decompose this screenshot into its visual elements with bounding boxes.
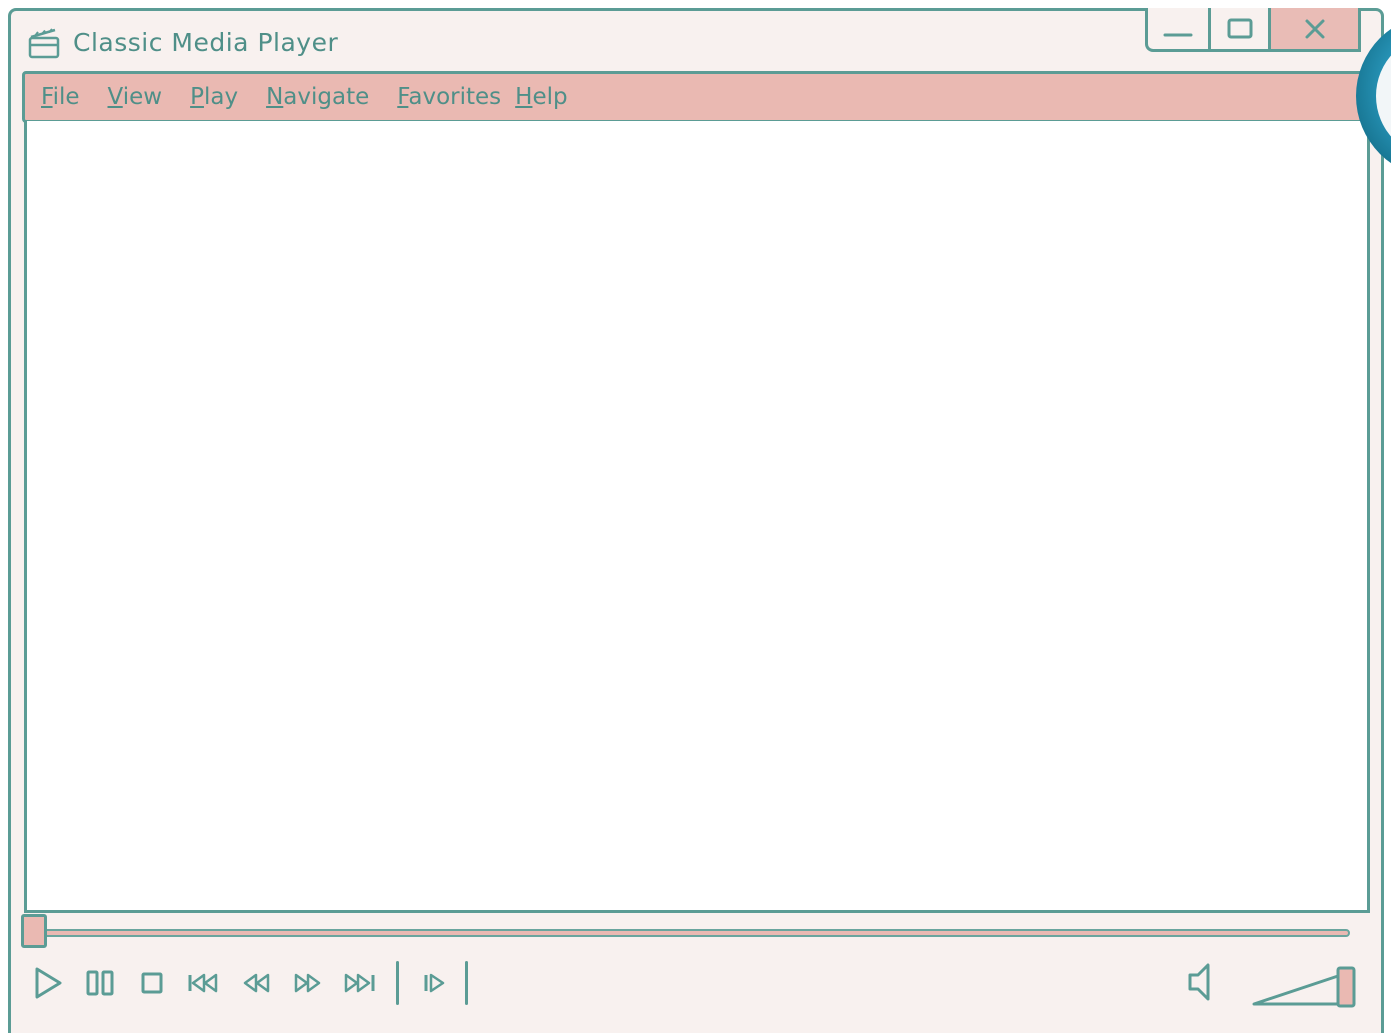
volume-level-wedge [1252,974,1340,1006]
stop-icon [141,972,163,994]
media-player-icon [28,28,60,59]
minimize-icon [1163,33,1193,36]
stop-button[interactable] [130,961,174,1005]
playback-controls [26,958,482,1008]
menu-play[interactable]: Play [190,84,238,110]
minimize-button[interactable] [1148,8,1208,49]
player-orb-logo [1356,28,1391,164]
pause-button[interactable] [78,961,122,1005]
menu-bar: File View Play Navigate Favorites Help [22,71,1373,123]
maximize-icon [1227,18,1252,38]
play-button[interactable] [26,961,70,1005]
menu-help[interactable]: Help [515,84,567,110]
fast-forward-icon [294,973,321,993]
window-title: Classic Media Player [73,28,339,57]
volume-slider[interactable] [1250,962,1370,1008]
close-icon [1305,19,1324,38]
window-controls [1145,8,1361,52]
menu-file[interactable]: File [41,84,80,110]
fast-forward-button[interactable] [286,961,330,1005]
seek-thumb[interactable] [21,914,47,948]
play-icon [35,967,62,999]
skip-back-button[interactable] [182,961,226,1005]
skip-forward-button[interactable] [338,961,382,1005]
frame-step-icon [424,973,445,993]
menu-favorites[interactable]: Favorites [397,84,501,110]
seek-bar[interactable] [28,929,1350,937]
title-bar[interactable]: Classic Media Player [11,8,1381,73]
toolbar-divider [396,961,399,1005]
close-button[interactable] [1268,8,1358,49]
skip-forward-icon [344,973,375,993]
video-display[interactable] [24,121,1370,913]
toolbar-divider [465,961,468,1005]
media-player-window: Classic Media Player File View Play Navi… [8,8,1384,1033]
volume-thumb[interactable] [1336,966,1356,1008]
maximize-button[interactable] [1208,8,1268,49]
frame-step-button[interactable] [413,961,457,1005]
volume-icon[interactable] [1180,960,1220,1004]
rewind-icon [243,973,270,993]
skip-back-icon [188,973,218,993]
rewind-button[interactable] [234,961,278,1005]
menu-view[interactable]: View [108,84,163,110]
pause-icon [86,970,114,996]
menu-navigate[interactable]: Navigate [266,84,369,110]
